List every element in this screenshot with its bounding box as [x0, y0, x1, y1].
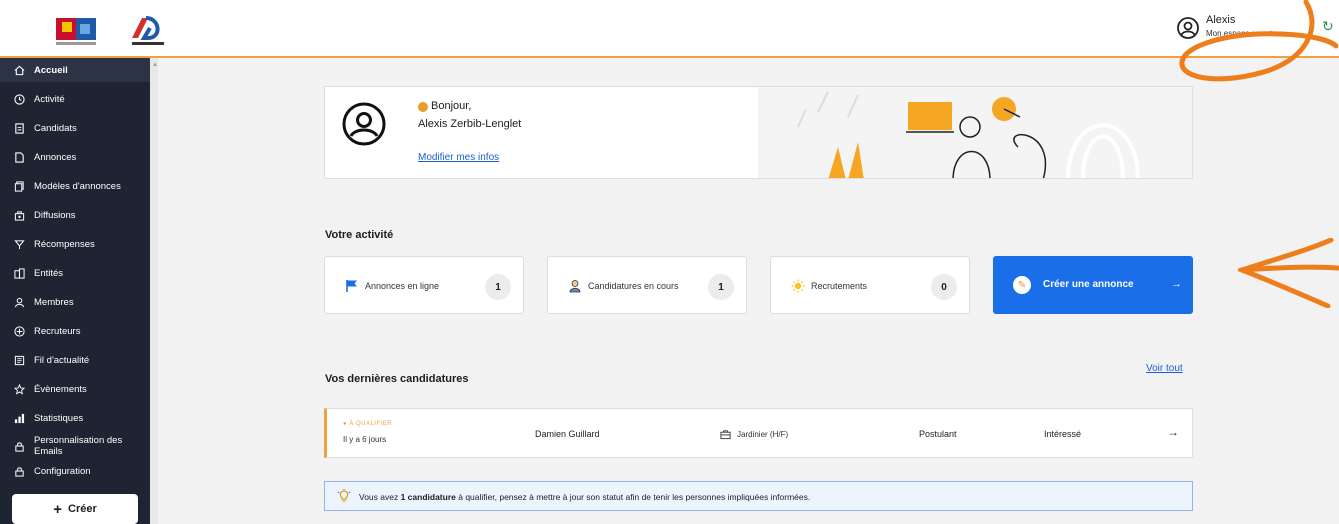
arrow-right-icon[interactable]: →: [1167, 425, 1179, 439]
create-job-label: Créer une annonce: [1043, 279, 1134, 290]
sidebar-item-label: Configuration: [34, 465, 91, 477]
sidebar-scrollbar[interactable]: [150, 58, 158, 524]
top-bar: Alexis Mon espace recruteur ↻: [0, 0, 1339, 58]
annotation-arrow: [1238, 238, 1339, 308]
sidebar-item-label: Diffusions: [34, 209, 76, 221]
home-icon: [14, 65, 25, 75]
info-text: Vous avez 1 candidature à qualifier, pen…: [359, 492, 811, 502]
refresh-icon[interactable]: ↻: [1322, 18, 1334, 35]
sidebar-item-candidats[interactable]: Candidats: [0, 116, 150, 140]
user-space-label: Mon espace recruteur: [1206, 29, 1284, 38]
document-icon: [15, 151, 24, 163]
recent-title: Vos dernières candidatures: [325, 373, 469, 385]
application-date: Il y a 6 jours: [343, 435, 387, 444]
candidates-icon: [15, 122, 24, 134]
sidebar-item-personnalisation-emails[interactable]: Personnalisation des Emails: [0, 430, 150, 462]
sidebar-item-membres[interactable]: Membres: [0, 290, 150, 314]
sidebar-item-recompenses[interactable]: Récompenses: [0, 232, 150, 256]
sidebar-item-configuration[interactable]: Configuration: [0, 459, 150, 483]
pencil-icon: ✎: [1013, 276, 1031, 294]
arrow-right-icon: →: [1171, 278, 1182, 290]
welcome-card: Bonjour, Alexis Zerbib-Lenglet Modifier …: [324, 86, 1193, 179]
interest-level: Intéressé: [1044, 429, 1082, 439]
user-circle-icon: [1177, 17, 1199, 39]
greeting: Bonjour,: [431, 100, 472, 112]
plus-icon: +: [53, 500, 62, 518]
stat-label: Annonces en ligne: [365, 281, 440, 291]
person-icon: [14, 297, 25, 307]
briefcase-icon: [720, 430, 731, 440]
activity-title: Votre activité: [325, 229, 394, 241]
sidebar-item-label: Activité: [34, 93, 65, 105]
candidate-icon: [569, 280, 581, 293]
sun-icon: [791, 279, 805, 293]
stat-count: 0: [931, 274, 957, 300]
sidebar-item-label: Statistiques: [34, 412, 84, 424]
candidate-name: Damien Guillard: [535, 429, 600, 439]
sidebar-item-label: Évènements: [34, 383, 87, 395]
templates-icon: [14, 180, 24, 192]
sidebar-item-label: Candidats: [34, 122, 77, 134]
user-fullname: Alexis Zerbib-Lenglet: [418, 118, 522, 130]
table-row[interactable]: ● À QUALIFIER Il y a 6 jours Damien Guil…: [324, 408, 1193, 458]
wave-icon: [418, 102, 428, 112]
sidebar: Accueil Activité Candidats Annonces Modè…: [0, 58, 150, 524]
sidebar-item-fil-actualite[interactable]: Fil d'actualité: [0, 348, 150, 372]
recruiter-icon: [14, 325, 25, 337]
welcome-illustration: [758, 87, 1192, 178]
sidebar-item-label: Entités: [34, 267, 64, 279]
info-banner: Vous avez 1 candidature à qualifier, pen…: [324, 481, 1193, 511]
stat-label: Recrutements: [811, 281, 868, 291]
stat-card-annonces[interactable]: Annonces en ligne 1: [324, 256, 524, 314]
create-button-label: Créer: [68, 503, 97, 515]
lock-icon: [15, 466, 24, 477]
sidebar-item-annonces[interactable]: Annonces: [0, 145, 150, 169]
sidebar-item-statistiques[interactable]: Statistiques: [0, 406, 150, 430]
job-title: Jardinier (H/F): [737, 430, 789, 439]
sidebar-item-modeles[interactable]: Modèles d'annonces: [0, 174, 150, 198]
star-icon: [14, 383, 25, 395]
lightbulb-icon: [337, 489, 351, 502]
stat-card-recrutements[interactable]: Recrutements 0: [770, 256, 970, 314]
see-all-link[interactable]: Voir tout: [1146, 363, 1183, 374]
sidebar-item-label: Récompenses: [34, 238, 95, 250]
sidebar-item-diffusions[interactable]: Diffusions: [0, 203, 150, 227]
create-button[interactable]: + Créer: [12, 494, 138, 524]
chart-icon: [14, 413, 25, 423]
stat-count: 1: [485, 274, 511, 300]
stat-label: Candidatures en cours: [588, 281, 679, 291]
sidebar-item-label: Personnalisation des Emails: [34, 435, 123, 457]
user-name: Alexis: [1206, 14, 1236, 26]
sidebar-item-entites[interactable]: Entités: [0, 261, 150, 285]
sidebar-item-label: Recruteurs: [34, 325, 81, 337]
activity-icon: [14, 93, 25, 105]
sidebar-item-label: Fil d'actualité: [34, 354, 90, 366]
create-job-button[interactable]: ✎ Créer une annonce →: [993, 256, 1193, 314]
sidebar-item-label: Annonces: [34, 151, 77, 163]
stat-count: 1: [708, 274, 734, 300]
sidebar-item-accueil[interactable]: Accueil: [0, 58, 150, 82]
sidebar-item-recruteurs[interactable]: Recruteurs: [0, 319, 150, 343]
scroll-up-icon[interactable]: ▲: [152, 62, 158, 68]
sidebar-item-activite[interactable]: Activité: [0, 87, 150, 111]
region-logo[interactable]: [54, 14, 98, 48]
broadcast-icon: [14, 210, 25, 221]
lock-icon: [15, 441, 24, 452]
stat-card-candidatures[interactable]: Candidatures en cours 1: [547, 256, 747, 314]
news-icon: [14, 355, 25, 365]
building-icon: [14, 267, 25, 279]
ad-logo[interactable]: [128, 14, 168, 48]
status-badge: ● À QUALIFIER: [343, 421, 393, 427]
user-menu[interactable]: Alexis Mon espace recruteur: [1176, 12, 1326, 48]
sidebar-item-evenements[interactable]: Évènements: [0, 377, 150, 401]
application-stage: Postulant: [919, 429, 957, 439]
flag-icon: [346, 280, 357, 292]
sidebar-item-label: Accueil: [34, 64, 68, 76]
edit-profile-link[interactable]: Modifier mes infos: [418, 152, 499, 163]
reward-icon: [14, 239, 25, 249]
sidebar-item-label: Modèles d'annonces: [34, 180, 121, 192]
avatar-icon: [342, 102, 386, 146]
sidebar-item-label: Membres: [34, 296, 74, 308]
